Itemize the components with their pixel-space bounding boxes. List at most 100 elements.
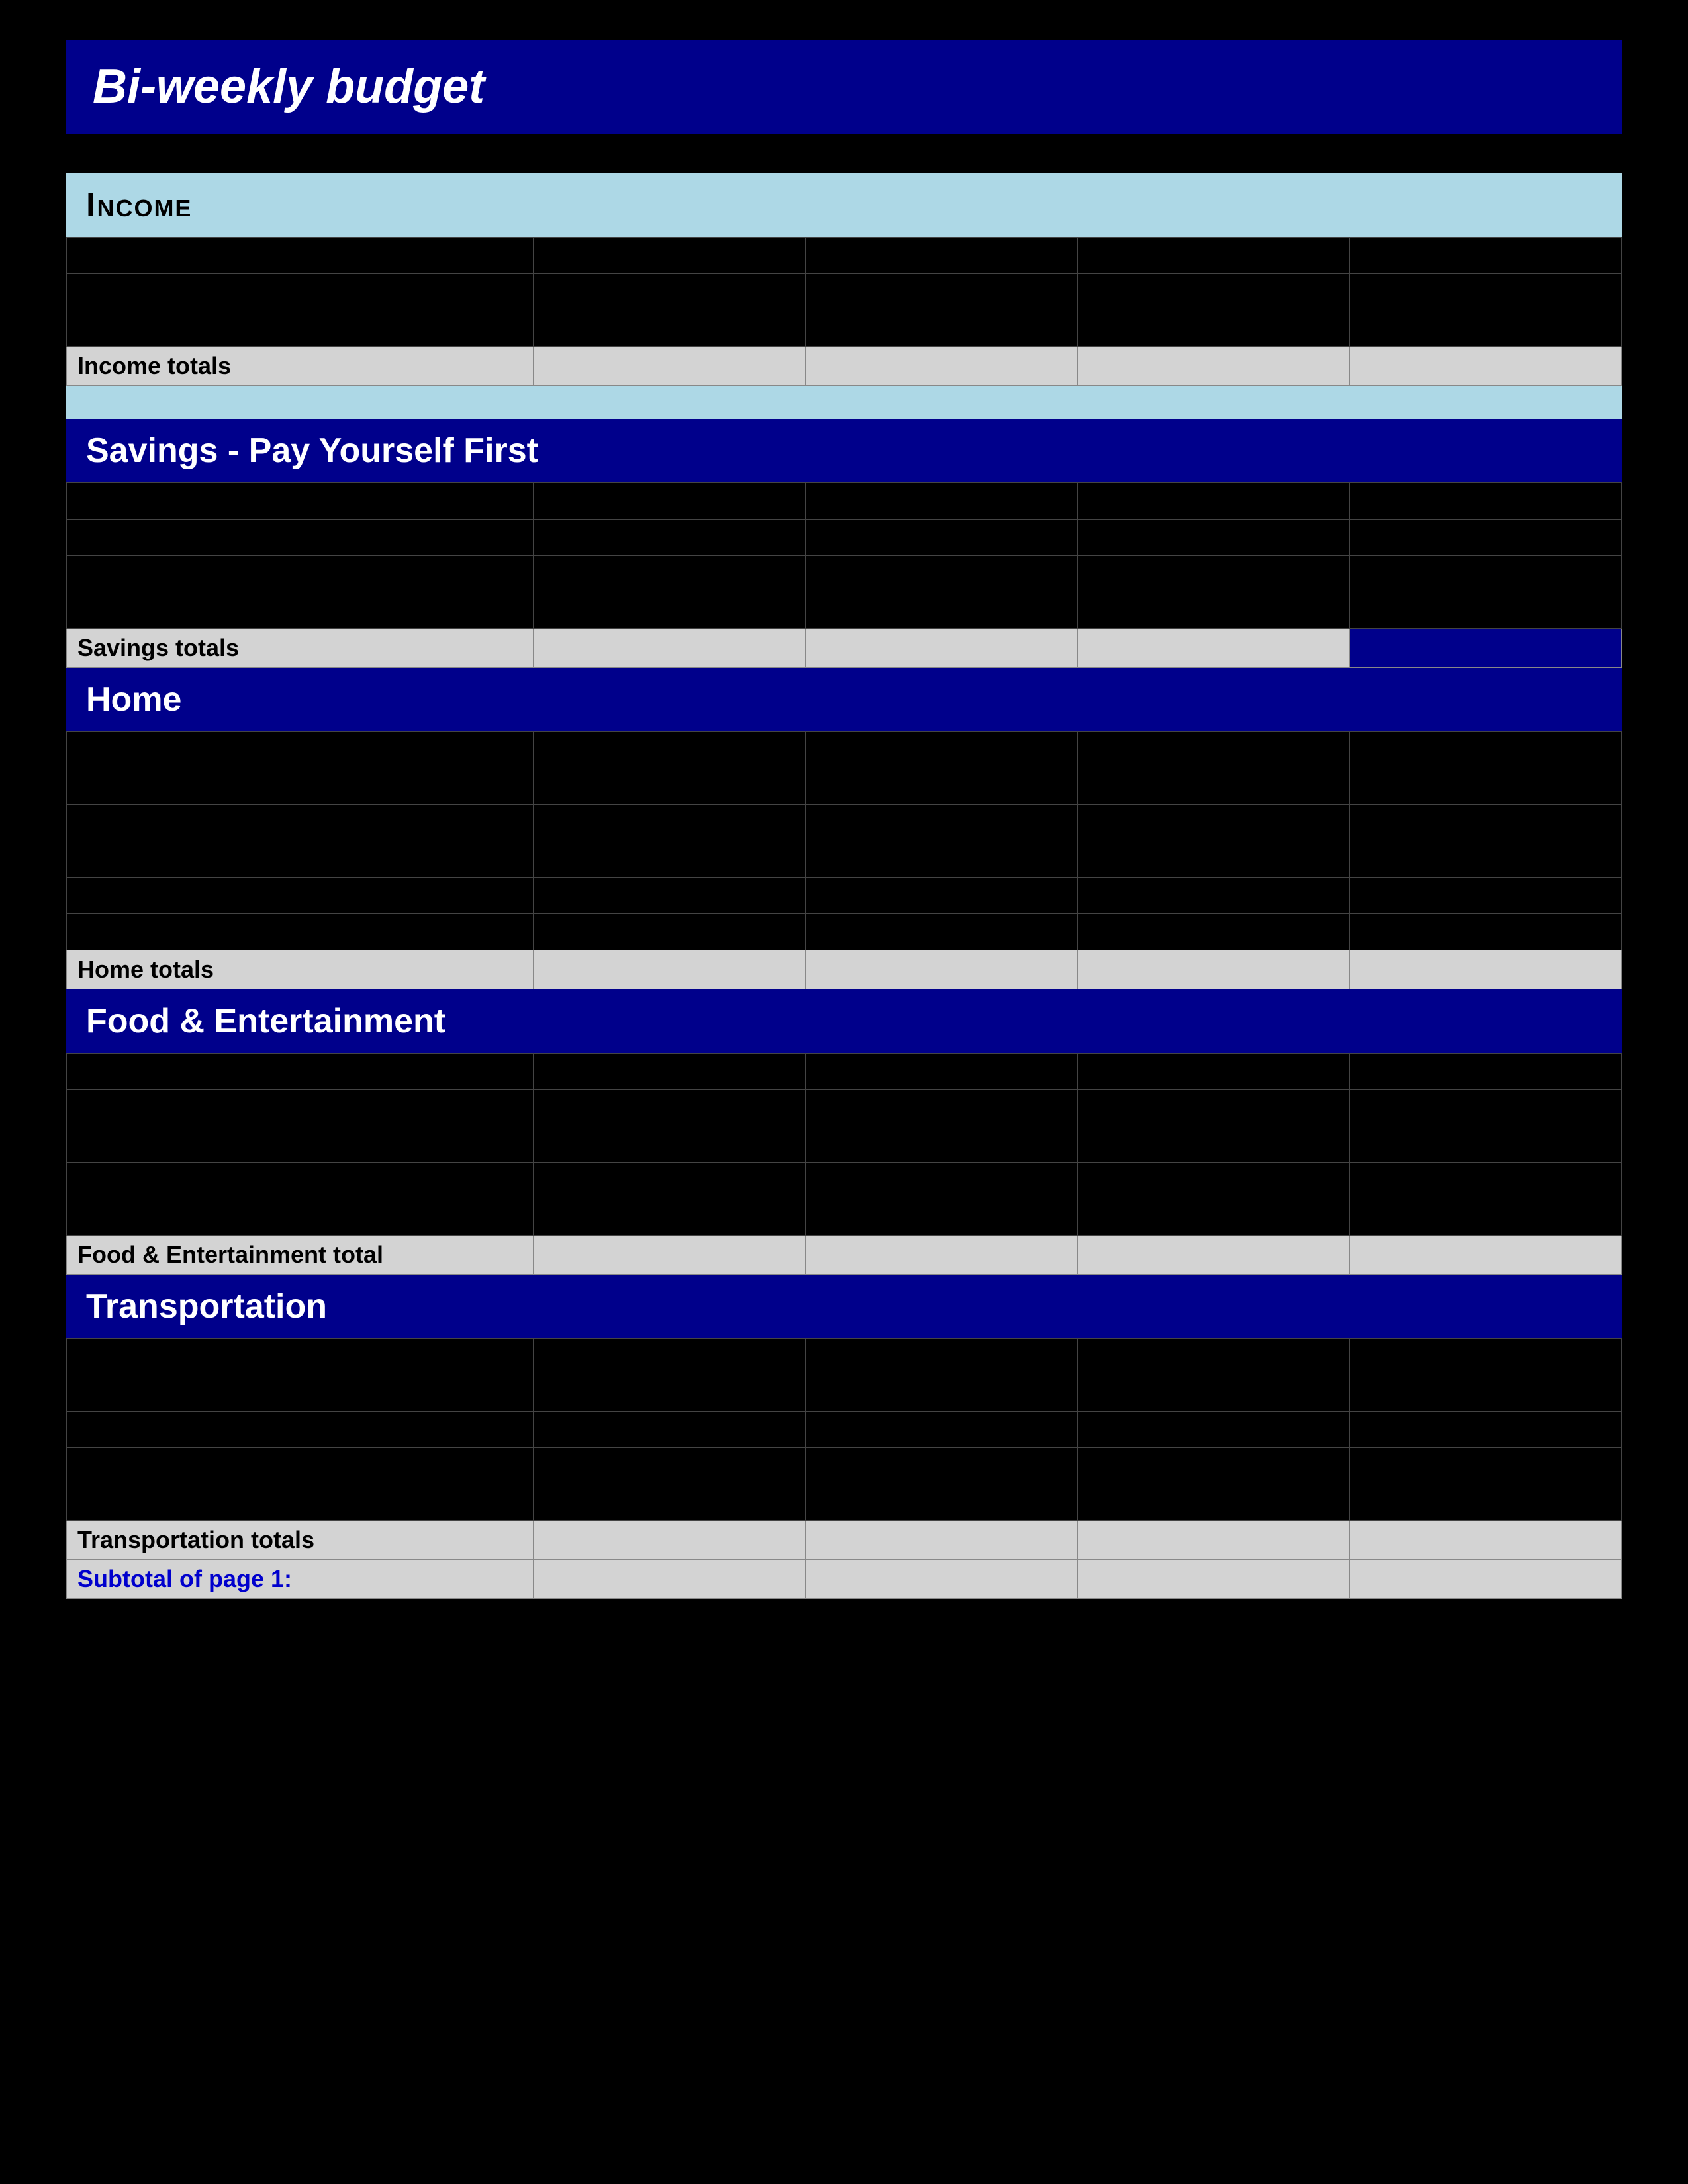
income-row-2-col5[interactable] bbox=[1349, 274, 1621, 310]
income-row-1-col4[interactable] bbox=[1077, 238, 1349, 274]
savings-row-1-col4[interactable] bbox=[1077, 483, 1349, 520]
savings-row-1-col2[interactable] bbox=[533, 483, 805, 520]
food-row-4-col3[interactable] bbox=[805, 1163, 1077, 1199]
home-row-3-col3[interactable] bbox=[805, 805, 1077, 841]
transportation-totals-col2[interactable] bbox=[533, 1521, 805, 1560]
home-row-5-label[interactable] bbox=[67, 878, 534, 914]
savings-row-4-col5[interactable] bbox=[1349, 592, 1621, 629]
food-row-2-col5[interactable] bbox=[1349, 1090, 1621, 1126]
trans-row-1-col2[interactable] bbox=[533, 1339, 805, 1375]
trans-row-3-label[interactable] bbox=[67, 1412, 534, 1448]
trans-row-1-col5[interactable] bbox=[1349, 1339, 1621, 1375]
transportation-totals-col3[interactable] bbox=[805, 1521, 1077, 1560]
income-row-1-col2[interactable] bbox=[533, 238, 805, 274]
savings-totals-col3[interactable] bbox=[805, 629, 1077, 668]
income-row-1-col5[interactable] bbox=[1349, 238, 1621, 274]
income-row-1-label[interactable] bbox=[67, 238, 534, 274]
home-row-2-col3[interactable] bbox=[805, 768, 1077, 805]
subtotal-col2[interactable] bbox=[533, 1560, 805, 1599]
savings-row-1-col5[interactable] bbox=[1349, 483, 1621, 520]
home-row-2-col5[interactable] bbox=[1349, 768, 1621, 805]
savings-row-2-col4[interactable] bbox=[1077, 520, 1349, 556]
income-totals-col3[interactable] bbox=[805, 347, 1077, 386]
food-row-4-col2[interactable] bbox=[533, 1163, 805, 1199]
food-row-1-col4[interactable] bbox=[1077, 1054, 1349, 1090]
savings-row-2-col5[interactable] bbox=[1349, 520, 1621, 556]
home-row-6-col2[interactable] bbox=[533, 914, 805, 950]
savings-totals-col5[interactable] bbox=[1349, 629, 1621, 668]
trans-row-2-label[interactable] bbox=[67, 1375, 534, 1412]
income-totals-col4[interactable] bbox=[1077, 347, 1349, 386]
home-row-1-col5[interactable] bbox=[1349, 732, 1621, 768]
home-row-6-col4[interactable] bbox=[1077, 914, 1349, 950]
home-totals-col5[interactable] bbox=[1349, 950, 1621, 989]
trans-row-5-col2[interactable] bbox=[533, 1484, 805, 1521]
trans-row-5-col3[interactable] bbox=[805, 1484, 1077, 1521]
savings-row-3-col3[interactable] bbox=[805, 556, 1077, 592]
trans-row-3-col5[interactable] bbox=[1349, 1412, 1621, 1448]
food-row-1-col5[interactable] bbox=[1349, 1054, 1621, 1090]
trans-row-5-col4[interactable] bbox=[1077, 1484, 1349, 1521]
food-row-5-col3[interactable] bbox=[805, 1199, 1077, 1236]
savings-row-4-col3[interactable] bbox=[805, 592, 1077, 629]
income-row-2-col2[interactable] bbox=[533, 274, 805, 310]
food-row-4-col4[interactable] bbox=[1077, 1163, 1349, 1199]
home-row-2-col4[interactable] bbox=[1077, 768, 1349, 805]
home-totals-col2[interactable] bbox=[533, 950, 805, 989]
home-row-4-col4[interactable] bbox=[1077, 841, 1349, 878]
trans-row-2-col4[interactable] bbox=[1077, 1375, 1349, 1412]
savings-row-2-label[interactable] bbox=[67, 520, 534, 556]
food-row-2-label[interactable] bbox=[67, 1090, 534, 1126]
trans-row-3-col3[interactable] bbox=[805, 1412, 1077, 1448]
savings-row-1-col3[interactable] bbox=[805, 483, 1077, 520]
subtotal-col5[interactable] bbox=[1349, 1560, 1621, 1599]
trans-row-1-col4[interactable] bbox=[1077, 1339, 1349, 1375]
subtotal-col4[interactable] bbox=[1077, 1560, 1349, 1599]
home-row-2-label[interactable] bbox=[67, 768, 534, 805]
trans-row-3-col4[interactable] bbox=[1077, 1412, 1349, 1448]
income-row-3-col5[interactable] bbox=[1349, 310, 1621, 347]
trans-row-4-col2[interactable] bbox=[533, 1448, 805, 1484]
income-totals-col5[interactable] bbox=[1349, 347, 1621, 386]
food-row-2-col3[interactable] bbox=[805, 1090, 1077, 1126]
income-row-3-col2[interactable] bbox=[533, 310, 805, 347]
food-row-3-label[interactable] bbox=[67, 1126, 534, 1163]
trans-row-1-col3[interactable] bbox=[805, 1339, 1077, 1375]
food-row-3-col3[interactable] bbox=[805, 1126, 1077, 1163]
savings-row-1-label[interactable] bbox=[67, 483, 534, 520]
trans-row-3-col2[interactable] bbox=[533, 1412, 805, 1448]
food-row-3-col5[interactable] bbox=[1349, 1126, 1621, 1163]
trans-row-4-label[interactable] bbox=[67, 1448, 534, 1484]
food-row-2-col4[interactable] bbox=[1077, 1090, 1349, 1126]
food-row-1-col2[interactable] bbox=[533, 1054, 805, 1090]
home-row-4-col2[interactable] bbox=[533, 841, 805, 878]
savings-row-4-col4[interactable] bbox=[1077, 592, 1349, 629]
home-row-3-label[interactable] bbox=[67, 805, 534, 841]
food-row-2-col2[interactable] bbox=[533, 1090, 805, 1126]
trans-row-2-col2[interactable] bbox=[533, 1375, 805, 1412]
food-row-1-col3[interactable] bbox=[805, 1054, 1077, 1090]
home-row-6-col5[interactable] bbox=[1349, 914, 1621, 950]
trans-row-4-col5[interactable] bbox=[1349, 1448, 1621, 1484]
home-row-3-col4[interactable] bbox=[1077, 805, 1349, 841]
food-row-4-col5[interactable] bbox=[1349, 1163, 1621, 1199]
savings-totals-col2[interactable] bbox=[533, 629, 805, 668]
transportation-totals-col5[interactable] bbox=[1349, 1521, 1621, 1560]
income-row-3-col4[interactable] bbox=[1077, 310, 1349, 347]
food-row-3-col2[interactable] bbox=[533, 1126, 805, 1163]
savings-row-2-col2[interactable] bbox=[533, 520, 805, 556]
food-row-4-label[interactable] bbox=[67, 1163, 534, 1199]
savings-row-3-col5[interactable] bbox=[1349, 556, 1621, 592]
home-row-4-label[interactable] bbox=[67, 841, 534, 878]
food-row-5-col4[interactable] bbox=[1077, 1199, 1349, 1236]
home-row-5-col4[interactable] bbox=[1077, 878, 1349, 914]
home-totals-col3[interactable] bbox=[805, 950, 1077, 989]
trans-row-4-col4[interactable] bbox=[1077, 1448, 1349, 1484]
food-totals-col4[interactable] bbox=[1077, 1236, 1349, 1275]
home-row-5-col3[interactable] bbox=[805, 878, 1077, 914]
subtotal-col3[interactable] bbox=[805, 1560, 1077, 1599]
home-row-4-col3[interactable] bbox=[805, 841, 1077, 878]
savings-totals-col4[interactable] bbox=[1077, 629, 1349, 668]
transportation-totals-col4[interactable] bbox=[1077, 1521, 1349, 1560]
trans-row-1-label[interactable] bbox=[67, 1339, 534, 1375]
